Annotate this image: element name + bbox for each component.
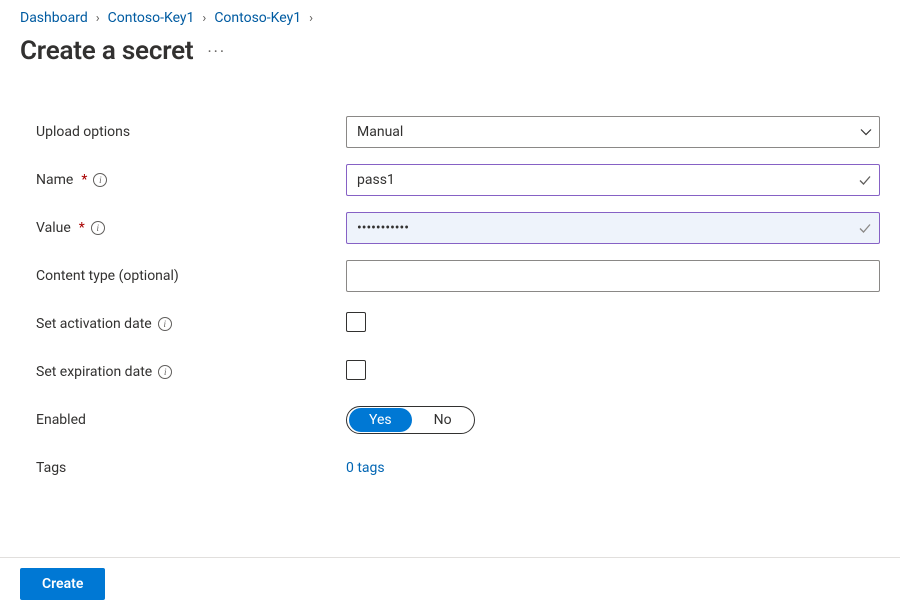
value-input[interactable] <box>346 212 880 244</box>
info-icon[interactable]: i <box>158 317 172 331</box>
label-text-content-type: Content type (optional) <box>36 268 179 284</box>
field-upload-options <box>346 116 880 148</box>
field-activation <box>346 312 880 336</box>
label-text-activation: Set activation date <box>36 316 152 332</box>
row-name: Name * i <box>36 162 880 198</box>
field-enabled: Yes No <box>346 406 880 434</box>
row-upload-options: Upload options <box>36 114 880 150</box>
title-row: Create a secret ··· <box>20 36 880 66</box>
enabled-toggle-yes[interactable]: Yes <box>349 408 412 432</box>
expiration-checkbox[interactable] <box>346 360 366 380</box>
create-button[interactable]: Create <box>20 568 105 600</box>
breadcrumb: Dashboard › Contoso-Key1 › Contoso-Key1 … <box>20 10 880 26</box>
info-icon[interactable]: i <box>91 221 105 235</box>
row-expiration: Set expiration date i <box>36 354 880 390</box>
row-content-type: Content type (optional) <box>36 258 880 294</box>
required-asterisk: * <box>81 172 87 188</box>
field-expiration <box>346 360 880 384</box>
row-enabled: Enabled Yes No <box>36 402 880 438</box>
label-text-upload-options: Upload options <box>36 124 130 140</box>
field-name <box>346 164 880 196</box>
name-input[interactable] <box>346 164 880 196</box>
label-text-name: Name <box>36 172 73 188</box>
chevron-right-icon: › <box>307 11 315 26</box>
field-content-type <box>346 260 880 292</box>
row-value: Value * i <box>36 210 880 246</box>
label-expiration: Set expiration date i <box>36 364 346 380</box>
field-tags: 0 tags <box>346 460 880 476</box>
label-name: Name * i <box>36 172 346 188</box>
activation-checkbox[interactable] <box>346 312 366 332</box>
row-activation: Set activation date i <box>36 306 880 342</box>
row-tags: Tags 0 tags <box>36 450 880 486</box>
footer: Create <box>0 557 900 612</box>
more-actions-button[interactable]: ··· <box>207 42 226 61</box>
content-type-input[interactable] <box>346 260 880 292</box>
label-text-enabled: Enabled <box>36 412 86 428</box>
field-value <box>346 212 880 244</box>
tags-link[interactable]: 0 tags <box>346 460 385 476</box>
label-text-expiration: Set expiration date <box>36 364 152 380</box>
label-text-value: Value <box>36 220 71 236</box>
info-icon[interactable]: i <box>158 365 172 379</box>
label-enabled: Enabled <box>36 412 346 428</box>
form: Upload options Name * i <box>20 114 880 486</box>
breadcrumb-item-contoso-key1-1[interactable]: Contoso-Key1 <box>108 10 195 26</box>
label-text-tags: Tags <box>36 460 66 476</box>
label-activation: Set activation date i <box>36 316 346 332</box>
chevron-right-icon: › <box>200 11 208 26</box>
upload-options-select[interactable] <box>346 116 880 148</box>
label-content-type: Content type (optional) <box>36 268 346 284</box>
label-tags: Tags <box>36 460 346 476</box>
enabled-toggle[interactable]: Yes No <box>346 406 475 434</box>
info-icon[interactable]: i <box>93 173 107 187</box>
page-title: Create a secret <box>20 36 193 66</box>
breadcrumb-item-contoso-key1-2[interactable]: Contoso-Key1 <box>214 10 301 26</box>
label-upload-options: Upload options <box>36 124 346 140</box>
breadcrumb-item-dashboard[interactable]: Dashboard <box>20 10 88 26</box>
chevron-right-icon: › <box>94 11 102 26</box>
label-value: Value * i <box>36 220 346 236</box>
enabled-toggle-no[interactable]: No <box>412 407 474 433</box>
required-asterisk: * <box>79 220 85 236</box>
